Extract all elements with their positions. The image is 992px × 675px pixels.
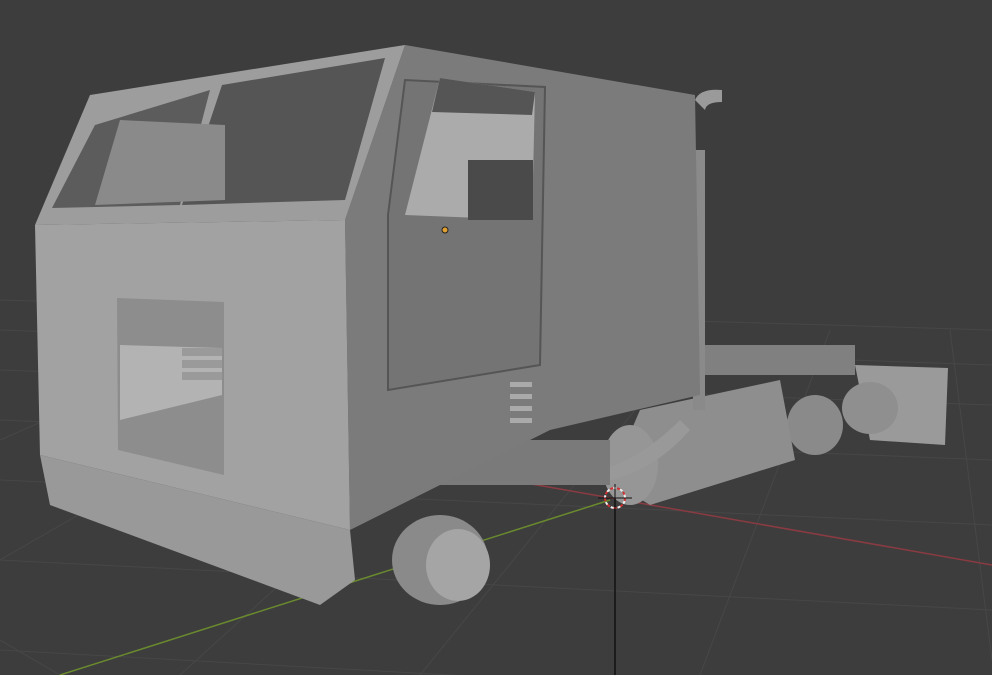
grille-slat xyxy=(182,348,222,356)
middle-hub xyxy=(787,395,843,455)
grille-slat xyxy=(182,372,222,380)
exhaust-pipe-top xyxy=(695,89,722,110)
front-wheel-hub xyxy=(426,529,490,601)
rear-frame xyxy=(705,345,855,375)
object-origin-dot[interactable] xyxy=(441,226,449,234)
side-window-inner xyxy=(468,160,533,220)
x-axis-line xyxy=(519,481,992,566)
rear-hub xyxy=(842,382,898,434)
viewport-canvas[interactable] xyxy=(0,0,992,675)
3d-viewport[interactable] xyxy=(0,0,992,675)
grille-slat xyxy=(182,360,222,368)
